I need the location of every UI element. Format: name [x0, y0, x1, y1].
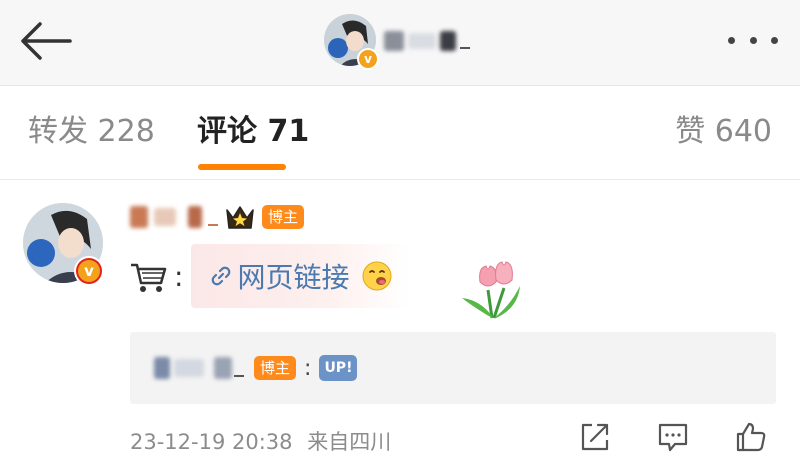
up-sticker: UP!: [319, 355, 358, 381]
like-button[interactable]: [734, 420, 768, 454]
crown-icon: [226, 206, 254, 229]
share-icon: [581, 423, 609, 451]
share-button[interactable]: [578, 420, 612, 454]
top-bar: v: [0, 0, 800, 86]
tulip-sticker: [462, 261, 520, 319]
verified-badge: v: [357, 48, 379, 70]
back-button[interactable]: [16, 18, 76, 64]
more-button[interactable]: [728, 30, 778, 50]
comment-icon: [658, 423, 688, 452]
tab-likes[interactable]: 赞 640: [675, 114, 772, 150]
verified-badge: v: [74, 256, 104, 286]
link-text: 网页链接: [237, 261, 350, 294]
tab-reposts[interactable]: 转发 228: [28, 114, 155, 150]
commenter-name[interactable]: 博主: [130, 202, 305, 232]
cart-icon: [131, 263, 167, 292]
arrow-left-icon: [21, 22, 72, 60]
comment-location: 来自四川: [307, 430, 392, 454]
like-icon: [736, 422, 766, 452]
comment-button[interactable]: [656, 420, 690, 454]
tab-bar: 转发 228 评论 71 赞 640: [0, 86, 800, 180]
tab-comments[interactable]: 评论 71: [197, 114, 309, 150]
comment-content: : 网页链接: [128, 244, 412, 308]
more-dots-icon: [728, 36, 735, 44]
reply-preview[interactable]: 博主 : UP!: [130, 332, 776, 404]
author-tag: 博主: [262, 205, 305, 229]
link-icon: [212, 266, 231, 286]
comment-meta: 23-12-19 20:38 来自四川: [130, 426, 391, 456]
comment-timestamp: 23-12-19 20:38: [130, 430, 293, 454]
active-tab-indicator: [198, 164, 286, 170]
author-name: [384, 28, 470, 54]
smirk-emoji-icon: [362, 261, 392, 291]
reply-author-tag: 博主: [254, 356, 297, 380]
web-link[interactable]: 网页链接: [191, 244, 412, 308]
reply-colon: :: [304, 355, 312, 381]
colon: :: [174, 259, 184, 293]
